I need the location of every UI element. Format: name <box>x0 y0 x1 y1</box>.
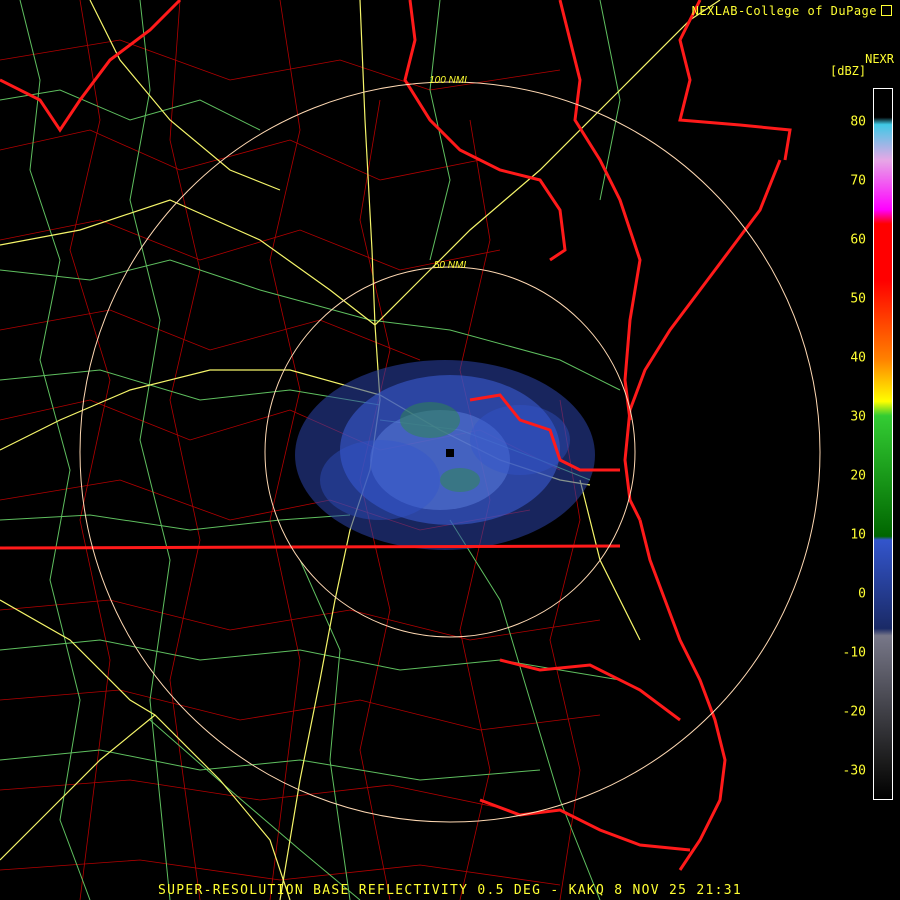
product-label: NEXR <box>865 52 894 66</box>
radar-site-marker <box>446 449 454 457</box>
scale-tick: 20 <box>850 468 866 484</box>
external-link-icon[interactable] <box>881 5 892 16</box>
ring-label-50: 50 NMI <box>434 260 466 271</box>
scale-tick: 30 <box>850 409 866 425</box>
scale-tick: -30 <box>842 763 866 779</box>
scale-tick: 0 <box>858 586 866 602</box>
scale-tick: 50 <box>850 291 866 307</box>
scale-tick: 10 <box>850 527 866 543</box>
scale-tick: 80 <box>850 114 866 130</box>
product-footer: SUPER-RESOLUTION BASE REFLECTIVITY 0.5 D… <box>157 883 743 898</box>
units-label: [dBZ] <box>830 64 867 78</box>
color-scale-bar <box>873 88 893 800</box>
scale-tick: 60 <box>850 232 866 248</box>
scale-tick: 70 <box>850 173 866 189</box>
ring-label-100: 100 NMI <box>429 75 467 86</box>
radar-returns <box>295 360 595 550</box>
credit-text: NEXLAB-College of DuPage <box>691 4 877 18</box>
scale-tick: -10 <box>842 645 866 661</box>
credit-label: NEXLAB-College of DuPage <box>692 4 892 18</box>
radar-map: 50 NMI 100 NMI <box>0 0 821 900</box>
scale-tick: -20 <box>842 704 866 720</box>
scale-tick: 40 <box>850 350 866 366</box>
